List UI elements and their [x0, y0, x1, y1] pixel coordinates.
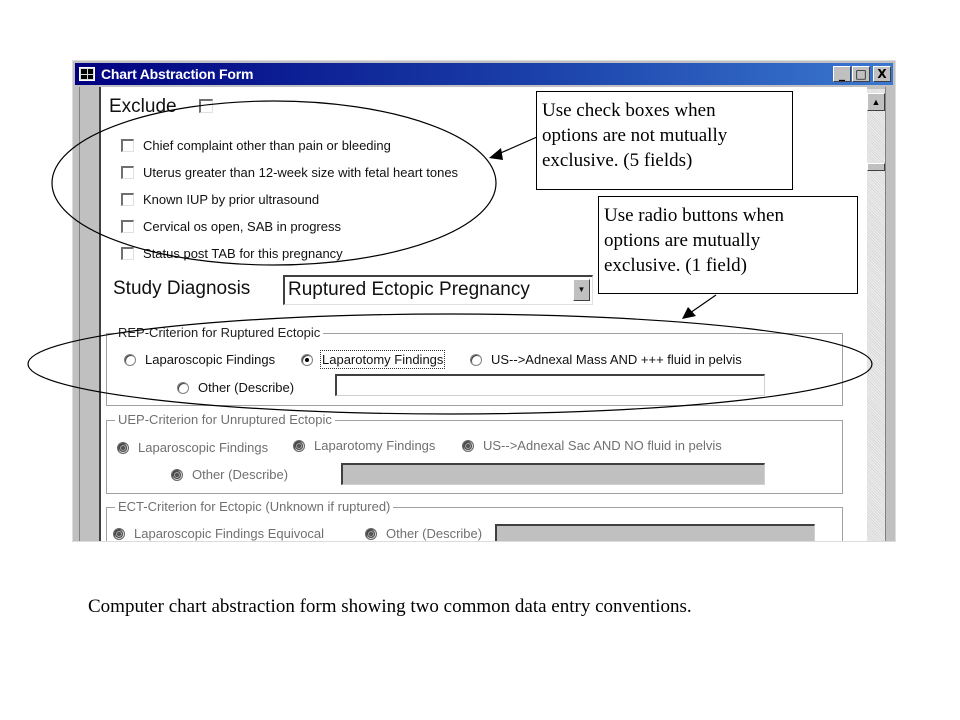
exclude-criterion-row[interactable]: Cervical os open, SAB in progress [121, 219, 341, 234]
radio-option[interactable]: Other (Describe) [177, 380, 294, 395]
radio-button-disabled[interactable] [171, 468, 183, 481]
close-button[interactable]: X [873, 66, 891, 82]
radio-button-disabled[interactable] [117, 441, 129, 454]
scroll-up-button[interactable]: ▲ [867, 93, 885, 111]
uep-other-describe-input[interactable] [341, 463, 765, 485]
checkbox-label: Known IUP by prior ultrasound [143, 192, 320, 207]
exclude-checkbox[interactable] [199, 99, 213, 113]
radio-label: US-->Adnexal Mass AND +++ fluid in pelvi… [491, 352, 742, 367]
exclude-criterion-row[interactable]: Uterus greater than 12-week size with fe… [121, 165, 458, 180]
group-title: UEP-Criterion for Unruptured Ectopic [115, 412, 335, 427]
rep-criterion-group: REP-Criterion for Ruptured Ectopic Lapar… [106, 325, 843, 406]
uep-criterion-group: UEP-Criterion for Unruptured Ectopic Lap… [106, 412, 843, 494]
scroll-thumb[interactable] [867, 163, 885, 171]
radio-option[interactable]: Laparoscopic Findings [117, 440, 268, 455]
rep-other-describe-input[interactable] [335, 374, 765, 396]
form-icon [79, 67, 95, 81]
radio-button-disabled[interactable] [462, 439, 474, 452]
radio-option[interactable]: Other (Describe) [365, 526, 482, 541]
radio-label: Laparoscopic Findings [145, 352, 276, 367]
radio-label: Laparoscopic Findings [138, 440, 269, 455]
checkbox[interactable] [121, 166, 134, 179]
record-selector[interactable] [79, 87, 101, 541]
radio-callout: Use radio buttons when options are mutua… [598, 196, 858, 294]
dropdown-arrow-icon[interactable]: ▼ [573, 279, 590, 301]
exclude-criterion-row[interactable]: Chief complaint other than pain or bleed… [121, 138, 391, 153]
radio-label: Other (Describe) [198, 380, 295, 395]
minimize-button[interactable]: _ [833, 66, 851, 82]
ect-other-describe-input[interactable] [495, 524, 815, 541]
radio-button-disabled[interactable] [365, 527, 377, 540]
exclude-criterion-row[interactable]: Status post TAB for this pregnancy [121, 246, 343, 261]
radio-option[interactable]: Laparoscopic Findings Equivocal [113, 526, 324, 541]
window-border [885, 87, 895, 541]
radio-button[interactable] [177, 381, 189, 394]
radio-option[interactable]: Other (Describe) [171, 467, 288, 482]
radio-label: Laparoscopic Findings Equivocal [134, 526, 325, 541]
study-diagnosis-label: Study Diagnosis [113, 278, 251, 299]
window-title: Chart Abstraction Form [101, 66, 254, 82]
radio-option[interactable]: Laparotomy Findings [293, 438, 435, 453]
radio-label: Laparotomy Findings [319, 350, 446, 369]
radio-label: Laparotomy Findings [314, 438, 436, 453]
checkbox[interactable] [121, 220, 134, 233]
group-title: ECT-Criterion for Ectopic (Unknown if ru… [115, 499, 394, 514]
checkbox-callout: Use check boxes when options are not mut… [536, 91, 793, 190]
checkbox-label: Uterus greater than 12-week size with fe… [143, 165, 459, 180]
checkbox[interactable] [121, 139, 134, 152]
radio-button-disabled[interactable] [113, 527, 125, 540]
study-diagnosis-value: Ruptured Ectopic Pregnancy [288, 279, 530, 300]
radio-label: Other (Describe) [192, 467, 289, 482]
vertical-scrollbar[interactable]: ▲ [867, 89, 885, 541]
radio-button[interactable] [124, 353, 136, 366]
radio-button-selected[interactable] [301, 353, 313, 366]
ect-criterion-group: ECT-Criterion for Ectopic (Unknown if ru… [106, 499, 843, 541]
radio-label: Other (Describe) [386, 526, 483, 541]
checkbox-label: Cervical os open, SAB in progress [143, 219, 341, 234]
radio-button-disabled[interactable] [293, 439, 305, 452]
radio-option[interactable]: Laparoscopic Findings [124, 352, 275, 367]
group-title: REP-Criterion for Ruptured Ectopic [115, 325, 324, 340]
radio-option[interactable]: US-->Adnexal Sac AND NO fluid in pelvis [462, 438, 722, 453]
exclude-label: Exclude [109, 96, 177, 117]
checkbox[interactable] [121, 193, 134, 206]
checkbox[interactable] [121, 247, 134, 260]
window-controls: _ □ X [832, 66, 891, 82]
radio-button[interactable] [470, 353, 482, 366]
radio-option[interactable]: US-->Adnexal Mass AND +++ fluid in pelvi… [470, 352, 742, 367]
maximize-button[interactable]: □ [852, 66, 870, 82]
study-diagnosis-select[interactable]: Ruptured Ectopic Pregnancy ▼ [283, 275, 593, 305]
exclude-criterion-row[interactable]: Known IUP by prior ultrasound [121, 192, 319, 207]
title-bar[interactable]: Chart Abstraction Form _ □ X [75, 63, 893, 85]
radio-label: US-->Adnexal Sac AND NO fluid in pelvis [483, 438, 722, 453]
checkbox-label: Chief complaint other than pain or bleed… [143, 138, 391, 153]
figure-caption: Computer chart abstraction form showing … [88, 596, 692, 617]
radio-option[interactable]: Laparotomy Findings [301, 350, 446, 369]
checkbox-label: Status post TAB for this pregnancy [143, 246, 343, 261]
